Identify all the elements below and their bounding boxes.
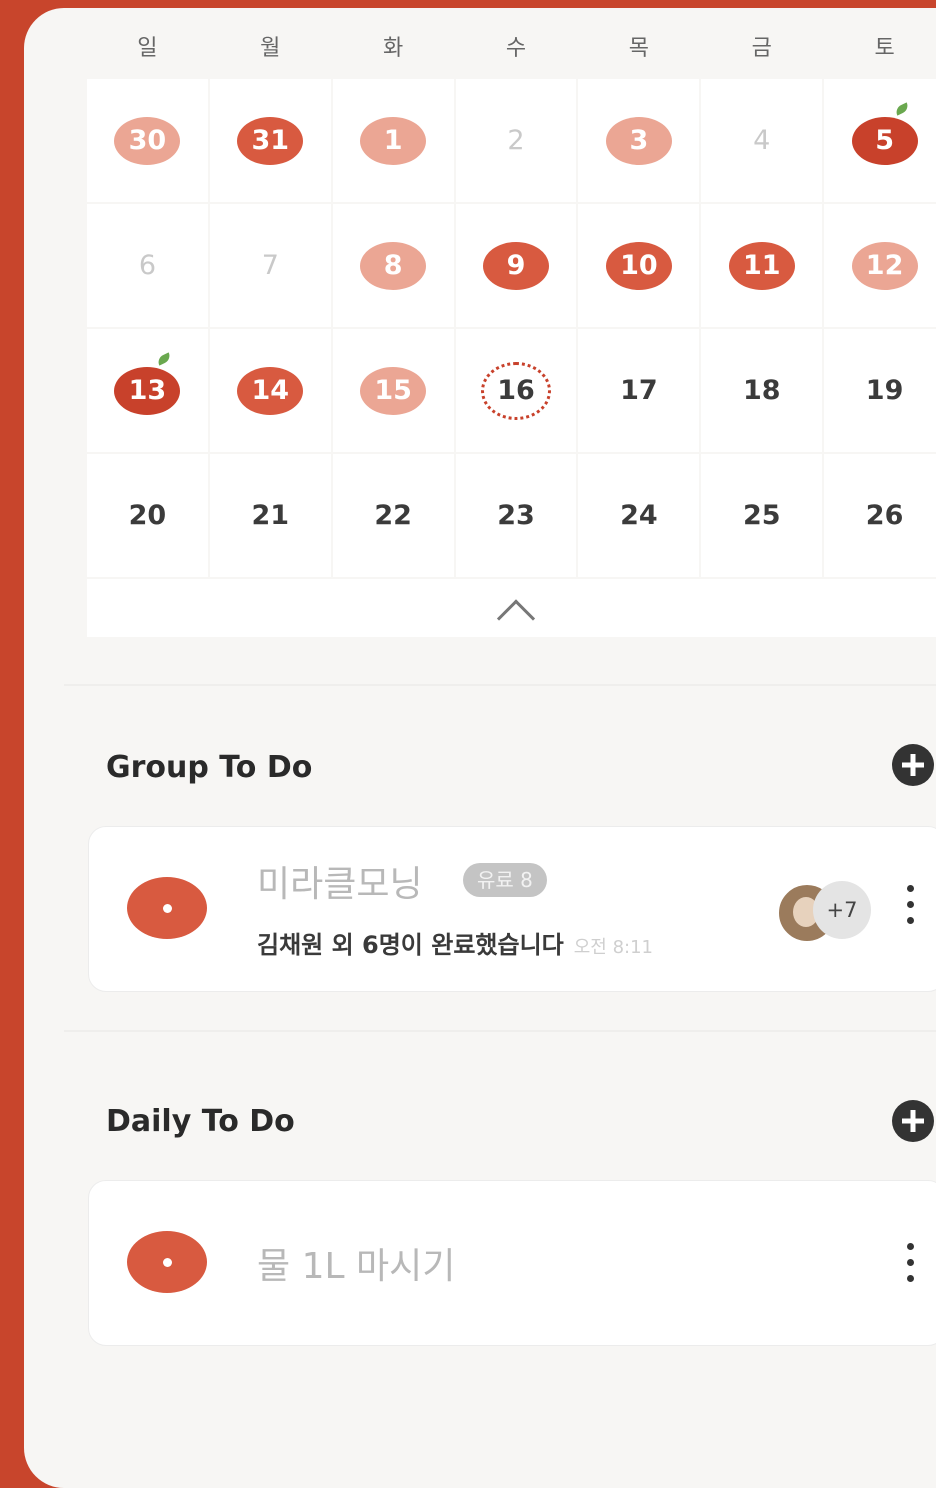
calendar-day[interactable]: 2 <box>455 79 577 202</box>
completion-label: 김채원 외 6명이 완료했습니다 <box>257 931 564 959</box>
section-divider <box>64 684 936 686</box>
weekday-label: 토 <box>874 36 895 61</box>
weekday-label: 월 <box>260 36 281 61</box>
daily-todo-title: Daily To Do <box>106 1104 295 1139</box>
add-group-todo-icon[interactable] <box>892 744 934 786</box>
calendar-day[interactable]: 24 <box>578 454 700 577</box>
day-number: 5 <box>875 125 894 156</box>
day-number: 16 <box>497 375 535 406</box>
calendar-week: 13 14 15 16 17 18 19 <box>86 328 936 453</box>
calendar-day[interactable]: 30 <box>87 79 208 202</box>
weekday-header: 일월화수목금토 <box>86 20 936 78</box>
more-members-count[interactable]: +7 <box>813 881 871 939</box>
more-options-icon[interactable] <box>903 885 917 933</box>
tomato-check-icon[interactable] <box>127 877 207 939</box>
leaf-icon <box>156 351 173 366</box>
day-number: 17 <box>620 375 658 406</box>
day-number: 11 <box>742 250 781 281</box>
calendar-day[interactable]: 14 <box>209 329 331 452</box>
calendar-day[interactable]: 8 <box>332 204 454 327</box>
calendar-day[interactable]: 12 <box>824 204 936 327</box>
day-number: 6 <box>138 250 157 281</box>
add-daily-todo-icon[interactable] <box>892 1100 934 1142</box>
day-number: 22 <box>374 500 412 531</box>
completion-time: 오전 8:11 <box>573 937 653 958</box>
calendar-grid: 30 31 1 2 3 4 5 6 7 8 9 10 11 12 13 14 15 16 17 18 19 20 21 22 2… <box>86 78 936 578</box>
day-number: 23 <box>497 500 535 531</box>
calendar-week: 20 21 22 23 24 25 26 <box>86 453 936 578</box>
group-todo-title: Group To Do <box>106 750 313 785</box>
calendar-day[interactable]: 20 <box>87 454 208 577</box>
group-todo-card[interactable]: 미라클모닝 유료 8 김채원 외 6명이 완료했습니다 오전 8:11 +7 <box>88 826 936 992</box>
calendar-day[interactable]: 26 <box>824 454 936 577</box>
calendar-day[interactable]: 6 <box>87 204 208 327</box>
weekday-label: 화 <box>383 36 404 61</box>
calendar-day[interactable]: 3 <box>578 79 700 202</box>
weekday-label: 금 <box>751 36 772 61</box>
day-number: 7 <box>261 250 279 281</box>
calendar-day[interactable]: 4 <box>701 79 823 202</box>
collapse-calendar-button[interactable] <box>87 579 936 638</box>
calendar-day[interactable]: 15 <box>332 329 454 452</box>
chevron-up-icon <box>496 599 536 638</box>
day-number: 1 <box>383 125 403 156</box>
calendar-week: 30 31 1 2 3 4 5 <box>86 78 936 203</box>
calendar-day[interactable]: 23 <box>455 454 577 577</box>
calendar: 일월화수목금토 30 31 1 2 3 4 5 6 7 8 9 10 11 12 13 14 15 16 17 18 1… <box>86 20 936 638</box>
calendar-day[interactable]: 18 <box>701 329 823 452</box>
day-number: 25 <box>742 500 781 531</box>
day-number: 31 <box>251 125 290 156</box>
more-options-icon[interactable] <box>903 1243 917 1291</box>
calendar-day[interactable]: 1 <box>332 79 454 202</box>
calendar-day[interactable]: 7 <box>209 204 331 327</box>
day-number: 21 <box>251 500 290 531</box>
day-number: 12 <box>865 250 904 281</box>
member-badge: 유료 8 <box>463 863 547 897</box>
calendar-week: 6 7 8 9 10 11 12 <box>86 203 936 328</box>
section-divider <box>64 1030 936 1032</box>
calendar-day[interactable]: 11 <box>701 204 823 327</box>
day-number: 24 <box>620 500 658 531</box>
day-number: 26 <box>865 500 904 531</box>
calendar-day[interactable]: 10 <box>578 204 700 327</box>
daily-todo-card[interactable]: 물 1L 마시기 <box>88 1180 936 1346</box>
day-number: 13 <box>128 375 167 406</box>
day-number: 15 <box>374 375 412 406</box>
weekday-label: 일 <box>137 36 158 61</box>
day-number: 10 <box>620 250 658 281</box>
main-panel: 일월화수목금토 30 31 1 2 3 4 5 6 7 8 9 10 11 12 13 14 15 16 17 18 1… <box>24 8 936 1488</box>
calendar-day[interactable]: 9 <box>455 204 577 327</box>
weekday-label: 수 <box>505 36 527 61</box>
calendar-day[interactable]: 22 <box>332 454 454 577</box>
calendar-day[interactable]: 13 <box>87 329 208 452</box>
day-number: 3 <box>629 125 649 156</box>
day-number: 2 <box>507 125 525 156</box>
day-number: 20 <box>128 500 167 531</box>
calendar-day[interactable]: 21 <box>209 454 331 577</box>
day-number: 30 <box>128 125 167 156</box>
leaf-icon <box>893 101 910 116</box>
completion-text: 김채원 외 6명이 완료했습니다 오전 8:11 <box>257 925 653 960</box>
day-number: 14 <box>251 375 290 406</box>
todo-title: 미라클모닝 <box>257 864 423 905</box>
day-number: 4 <box>753 125 771 156</box>
calendar-day[interactable]: 5 <box>824 79 936 202</box>
calendar-day[interactable]: 19 <box>824 329 936 452</box>
tomato-check-icon[interactable] <box>127 1231 207 1293</box>
day-number: 9 <box>506 250 526 281</box>
calendar-day[interactable]: 17 <box>578 329 700 452</box>
calendar-day[interactable]: 31 <box>209 79 331 202</box>
weekday-label: 목 <box>628 36 649 61</box>
calendar-day[interactable]: 25 <box>701 454 823 577</box>
calendar-day[interactable]: 16 <box>455 329 577 452</box>
day-number: 18 <box>742 375 781 406</box>
todo-title: 물 1L 마시기 <box>257 1246 456 1287</box>
day-number: 19 <box>865 375 904 406</box>
day-number: 8 <box>383 250 403 281</box>
